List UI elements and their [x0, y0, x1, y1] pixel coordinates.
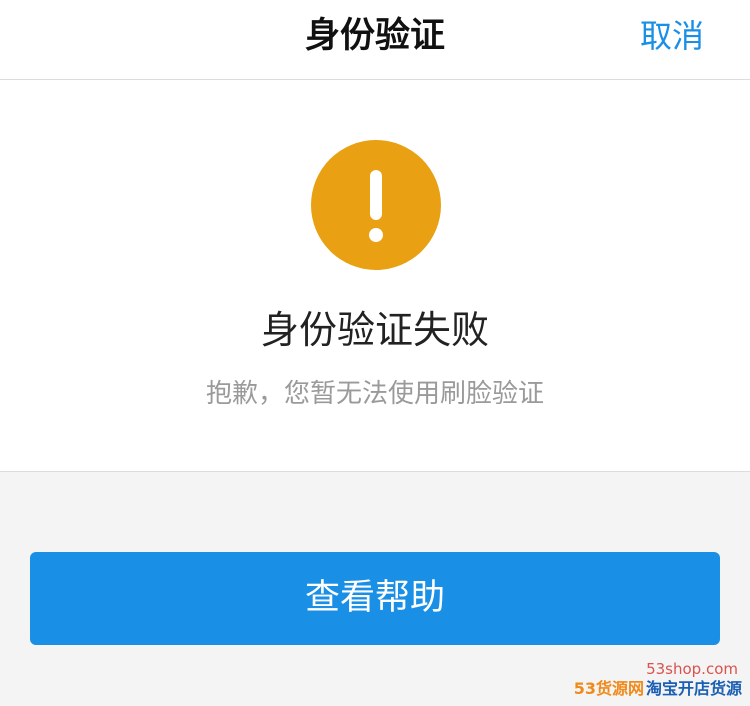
watermark-brand: 53货源网	[573, 679, 644, 698]
watermark: 53shop.com 53货源网 淘宝开店货源	[574, 660, 742, 700]
result-title: 身份验证失败	[260, 308, 489, 352]
exclamation-dot	[369, 228, 383, 242]
cancel-button[interactable]: 取消	[640, 14, 704, 58]
watermark-url: 53shop.com	[646, 660, 738, 678]
watermark-line: 53货源网 淘宝开店货源	[574, 678, 742, 700]
result-message: 抱歉，您暂无法使用刷脸验证	[205, 379, 544, 409]
identity-verification-screen: 身份验证 取消 身份验证失败 抱歉，您暂无法使用刷脸验证 查看帮助 53shop…	[0, 0, 750, 706]
result-card: 身份验证失败 抱歉，您暂无法使用刷脸验证	[0, 80, 750, 472]
warning-icon	[311, 140, 441, 270]
exclamation-bar	[370, 170, 382, 220]
view-help-button[interactable]: 查看帮助	[30, 552, 720, 645]
watermark-slogan: 淘宝开店货源	[645, 679, 742, 698]
nav-header: 身份验证 取消	[0, 0, 750, 80]
page-title: 身份验证	[304, 16, 445, 56]
